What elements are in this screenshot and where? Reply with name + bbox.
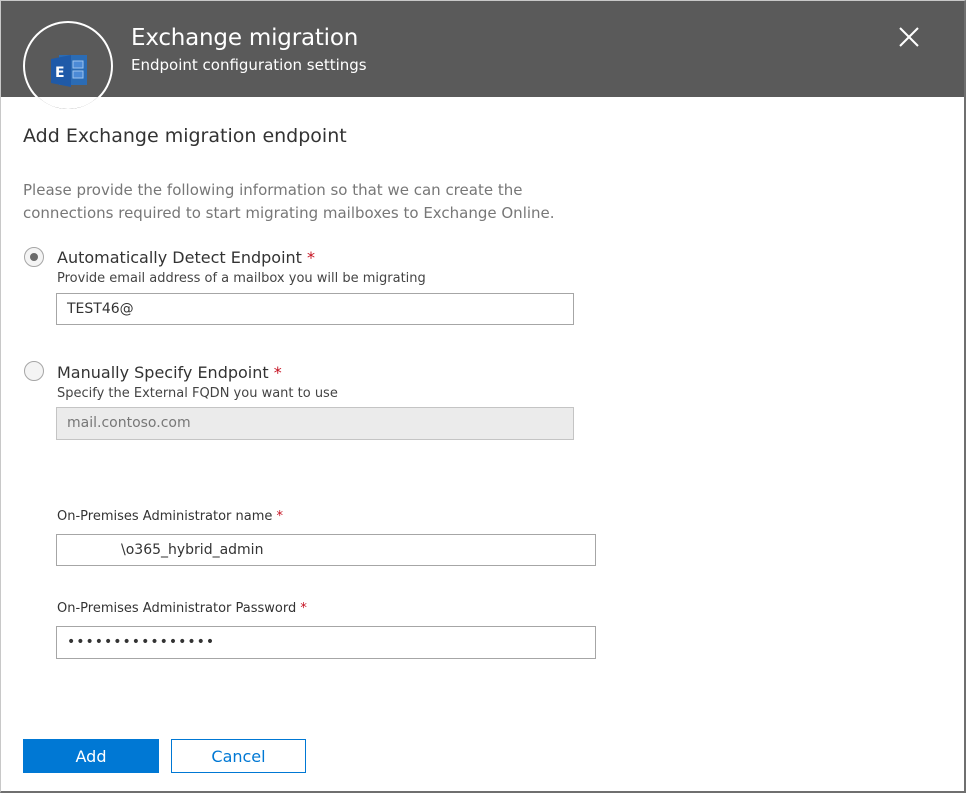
manual-endpoint-radio[interactable] xyxy=(24,361,44,381)
admin-password-label-text: On-Premises Administrator Password xyxy=(57,601,297,616)
required-marker: * xyxy=(307,248,316,267)
required-marker: * xyxy=(276,509,284,524)
dialog-header: E Exchange migration Endpoint configurat… xyxy=(1,1,964,111)
admin-name-label: On-Premises Administrator name * xyxy=(57,509,283,524)
admin-name-label-text: On-Premises Administrator name xyxy=(57,509,273,524)
auto-detect-help: Provide email address of a mailbox you w… xyxy=(57,271,426,286)
close-icon[interactable] xyxy=(897,25,921,49)
svg-text:E: E xyxy=(55,65,65,81)
dialog-title: Exchange migration xyxy=(131,25,359,51)
mailbox-email-value: TEST46@ xyxy=(67,301,134,317)
redacted-area xyxy=(133,294,284,324)
dialog-subtitle: Endpoint configuration settings xyxy=(131,56,367,74)
exchange-logo-icon: E xyxy=(51,55,87,87)
mailbox-email-input[interactable]: TEST46@ xyxy=(56,293,574,325)
fqdn-input[interactable]: mail.contoso.com xyxy=(56,407,574,440)
migration-dialog: E Exchange migration Endpoint configurat… xyxy=(0,0,966,793)
add-button[interactable]: Add xyxy=(23,739,159,773)
cancel-button[interactable]: Cancel xyxy=(171,739,306,773)
logo-badge: E xyxy=(23,21,113,111)
required-marker: * xyxy=(273,363,282,382)
required-marker: * xyxy=(300,601,307,616)
auto-detect-label-text: Automatically Detect Endpoint xyxy=(57,248,302,267)
manual-endpoint-label-text: Manually Specify Endpoint xyxy=(57,363,269,382)
admin-password-input[interactable]: •••••••••••••••• xyxy=(56,626,596,659)
admin-password-label: On-Premises Administrator Password * xyxy=(57,601,307,616)
section-title: Add Exchange migration endpoint xyxy=(23,125,347,147)
auto-detect-radio[interactable] xyxy=(24,247,44,267)
manual-endpoint-label: Manually Specify Endpoint * xyxy=(57,363,282,382)
admin-name-value: \o365_hybrid_admin xyxy=(121,542,264,558)
auto-detect-label: Automatically Detect Endpoint * xyxy=(57,248,315,267)
redacted-area xyxy=(57,535,121,565)
manual-endpoint-help: Specify the External FQDN you want to us… xyxy=(57,386,338,401)
intro-text: Please provide the following information… xyxy=(23,181,555,222)
admin-name-input[interactable]: \o365_hybrid_admin xyxy=(56,534,596,566)
